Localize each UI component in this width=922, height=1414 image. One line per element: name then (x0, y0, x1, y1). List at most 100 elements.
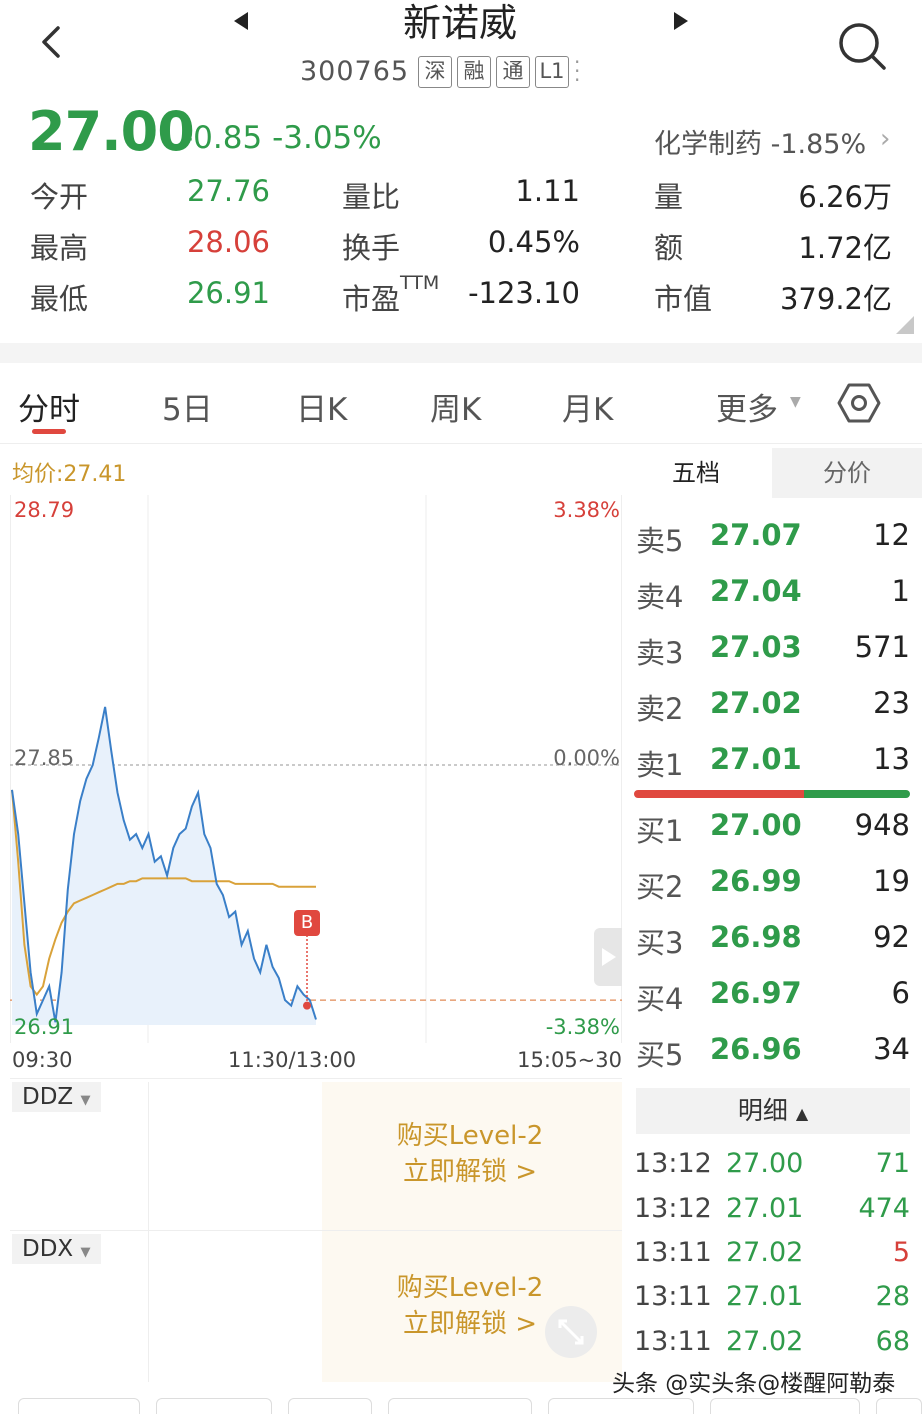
detail-label: 明细 (737, 1096, 788, 1125)
indicator-divider (10, 1230, 622, 1231)
y-axis-top-label: 28.79 (14, 498, 75, 522)
bottom-pill[interactable] (156, 1398, 272, 1414)
price-change: -0.85 -3.05% (182, 120, 382, 156)
ask1-label: 卖1 (636, 748, 684, 782)
fullscreen-button[interactable] (545, 1306, 597, 1358)
next-stock-icon[interactable] (670, 10, 692, 32)
caret-up-icon: ▲ (795, 1104, 809, 1123)
average-price-label: 均价:27.41 (12, 462, 127, 487)
bottom-pill[interactable] (710, 1398, 860, 1414)
chart-divider (10, 1078, 622, 1079)
current-price: 27.00 (28, 100, 195, 163)
x-axis-mid-label: 11:30/13:00 (228, 1048, 357, 1072)
ask4-price: 27.04 (710, 574, 802, 608)
detail-toggle[interactable]: 明细 ▲ (636, 1088, 910, 1134)
tag-shen: 深 (418, 56, 452, 88)
tag-tong: 通 (496, 56, 530, 88)
tab-5day[interactable]: 5日 (162, 384, 213, 429)
bottom-pill[interactable] (548, 1398, 694, 1414)
bid2-price: 26.99 (710, 864, 802, 898)
tick-5-volume: 68 (875, 1326, 910, 1357)
tab-five-levels[interactable]: 五档 (622, 448, 770, 498)
expand-arrows-icon (558, 1319, 584, 1345)
ask3-price: 27.03 (710, 630, 802, 664)
bottom-pill[interactable] (876, 1398, 922, 1414)
ddx-dropdown-icon: ▼ (80, 1245, 91, 1260)
bid3-price: 26.98 (710, 920, 802, 954)
bid4-volume: 6 (891, 976, 910, 1010)
tab-daily-k[interactable]: 日K (296, 384, 347, 429)
ask3-label: 卖3 (636, 636, 684, 670)
open-label: 今开 (30, 180, 89, 214)
bid5-volume: 34 (873, 1032, 910, 1066)
tick-5-price: 27.02 (726, 1326, 804, 1357)
volume-ratio-value: 1.11 (515, 174, 580, 208)
ddz-dropdown-icon: ▼ (80, 1093, 91, 1108)
unlock-line2: 立即解锁 > (402, 1157, 538, 1187)
tick-4-volume: 28 (875, 1281, 910, 1312)
header: 新诺威 300765 深 融 通 L1 · · · (0, 0, 922, 100)
volume-label: 量 (654, 180, 684, 214)
chevron-right-icon[interactable]: › (880, 124, 890, 154)
y-axis-bottom-label: 26.91 (14, 1015, 75, 1039)
tick-1-volume: 71 (875, 1148, 910, 1179)
stock-name: 新诺威 (402, 1, 517, 45)
ddz-selector[interactable]: DDZ ▼ (12, 1082, 101, 1112)
settings-icon[interactable] (836, 380, 882, 426)
ddz-label: DDZ (22, 1084, 74, 1110)
ask3-volume: 571 (854, 630, 910, 664)
ask2-volume: 23 (873, 686, 910, 720)
search-icon[interactable] (834, 18, 890, 74)
bid2-volume: 19 (873, 864, 910, 898)
high-label: 最高 (30, 231, 89, 265)
bid5-price: 26.96 (710, 1032, 802, 1066)
turnover-label: 换手 (342, 231, 401, 265)
sector-link[interactable]: 化学制药 -1.85% (654, 122, 866, 161)
unlock-line1: 购买Level-2 (396, 1121, 544, 1151)
tick-4-time: 13:11 (634, 1281, 712, 1312)
expand-corner-icon[interactable] (896, 316, 914, 334)
tab-more[interactable]: 更多 (716, 384, 778, 429)
bid-ask-ratio-bar (634, 790, 910, 798)
back-arrow-icon[interactable] (34, 22, 74, 62)
ask5-price: 27.07 (710, 518, 802, 552)
ask4-volume: 1 (891, 574, 910, 608)
tick-5-time: 13:11 (634, 1326, 712, 1357)
open-value: 27.76 (186, 174, 270, 208)
tab-monthly-k[interactable]: 月K (562, 384, 613, 429)
amount-label: 额 (654, 231, 684, 265)
more-dots-icon[interactable]: · · · (574, 52, 582, 90)
ask4-label: 卖4 (636, 580, 684, 614)
section-divider (0, 343, 922, 363)
bottom-pill[interactable] (288, 1398, 372, 1414)
indicator-grid-line (148, 1082, 149, 1382)
previous-stock-icon[interactable] (230, 10, 252, 32)
level2-unlock-link-1[interactable]: 购买Level-2 立即解锁 > (320, 1118, 620, 1190)
play-button[interactable] (594, 928, 622, 986)
bottom-pill[interactable] (18, 1398, 140, 1414)
bid4-price: 26.97 (710, 976, 802, 1010)
ddx-selector[interactable]: DDX ▼ (12, 1234, 101, 1264)
tick-3-volume: 5 (892, 1237, 910, 1268)
tab-price-distribution[interactable]: 分价 (772, 448, 922, 498)
tab-weekly-k[interactable]: 周K (430, 384, 481, 429)
market-cap-value: 379.2亿 (779, 282, 892, 316)
tag-rong: 融 (457, 56, 491, 88)
ask2-price: 27.02 (710, 686, 802, 720)
unlock-line1-b: 购买Level-2 (396, 1273, 544, 1303)
ask2-label: 卖2 (636, 692, 684, 726)
ask5-label: 卖5 (636, 524, 684, 558)
bid2-label: 买2 (636, 870, 684, 904)
tick-3-time: 13:11 (634, 1237, 712, 1268)
stock-code: 300765 (300, 56, 410, 87)
tick-1-price: 27.00 (726, 1148, 804, 1179)
tab-intraday[interactable]: 分时 (18, 384, 80, 429)
low-value: 26.91 (186, 276, 270, 310)
pe-label: 市盈TTM (342, 272, 439, 318)
buy-marker[interactable]: B (294, 910, 320, 936)
high-value: 28.06 (186, 225, 270, 259)
more-dropdown-icon[interactable]: ▼ (790, 394, 801, 410)
bottom-pill[interactable] (388, 1398, 532, 1414)
pe-label-text: 市盈 (342, 282, 401, 316)
bid3-volume: 92 (873, 920, 910, 954)
